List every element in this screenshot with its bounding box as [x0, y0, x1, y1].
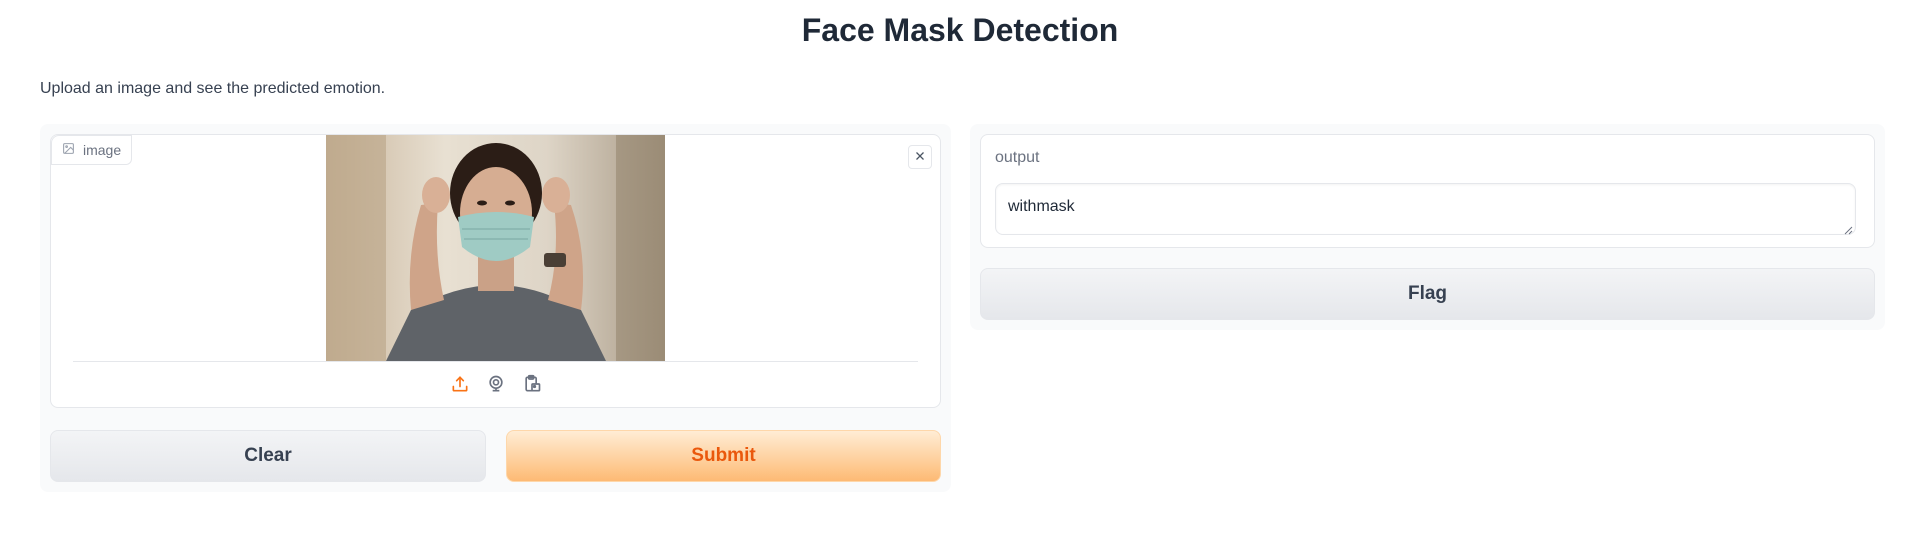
flag-button[interactable]: Flag — [980, 268, 1875, 320]
close-icon — [914, 149, 926, 165]
image-label-text: image — [83, 142, 122, 158]
image-divider — [73, 361, 918, 362]
output-label: output — [995, 149, 1040, 166]
upload-icon[interactable] — [449, 373, 471, 395]
page-description: Upload an image and see the predicted em… — [40, 80, 386, 97]
clear-image-button[interactable] — [908, 145, 932, 169]
output-value: withmask — [1008, 198, 1075, 215]
output-panel: output withmask Flag — [970, 124, 1885, 330]
image-input[interactable]: image — [50, 134, 941, 408]
image-icon — [62, 142, 75, 158]
clipboard-icon[interactable] — [521, 373, 543, 395]
input-panel: image Clear Submit — [40, 124, 951, 492]
source-selector — [51, 373, 940, 395]
uploaded-image — [326, 135, 665, 361]
resize-handle-icon[interactable] — [1843, 222, 1853, 235]
image-label: image — [51, 135, 133, 165]
clear-button[interactable]: Clear — [50, 430, 486, 482]
webcam-icon[interactable] — [485, 373, 507, 395]
output-textbox[interactable]: withmask — [995, 183, 1856, 235]
page-title: Face Mask Detection — [801, 12, 1119, 48]
output-block: output withmask — [980, 134, 1875, 248]
submit-button[interactable]: Submit — [506, 430, 941, 482]
